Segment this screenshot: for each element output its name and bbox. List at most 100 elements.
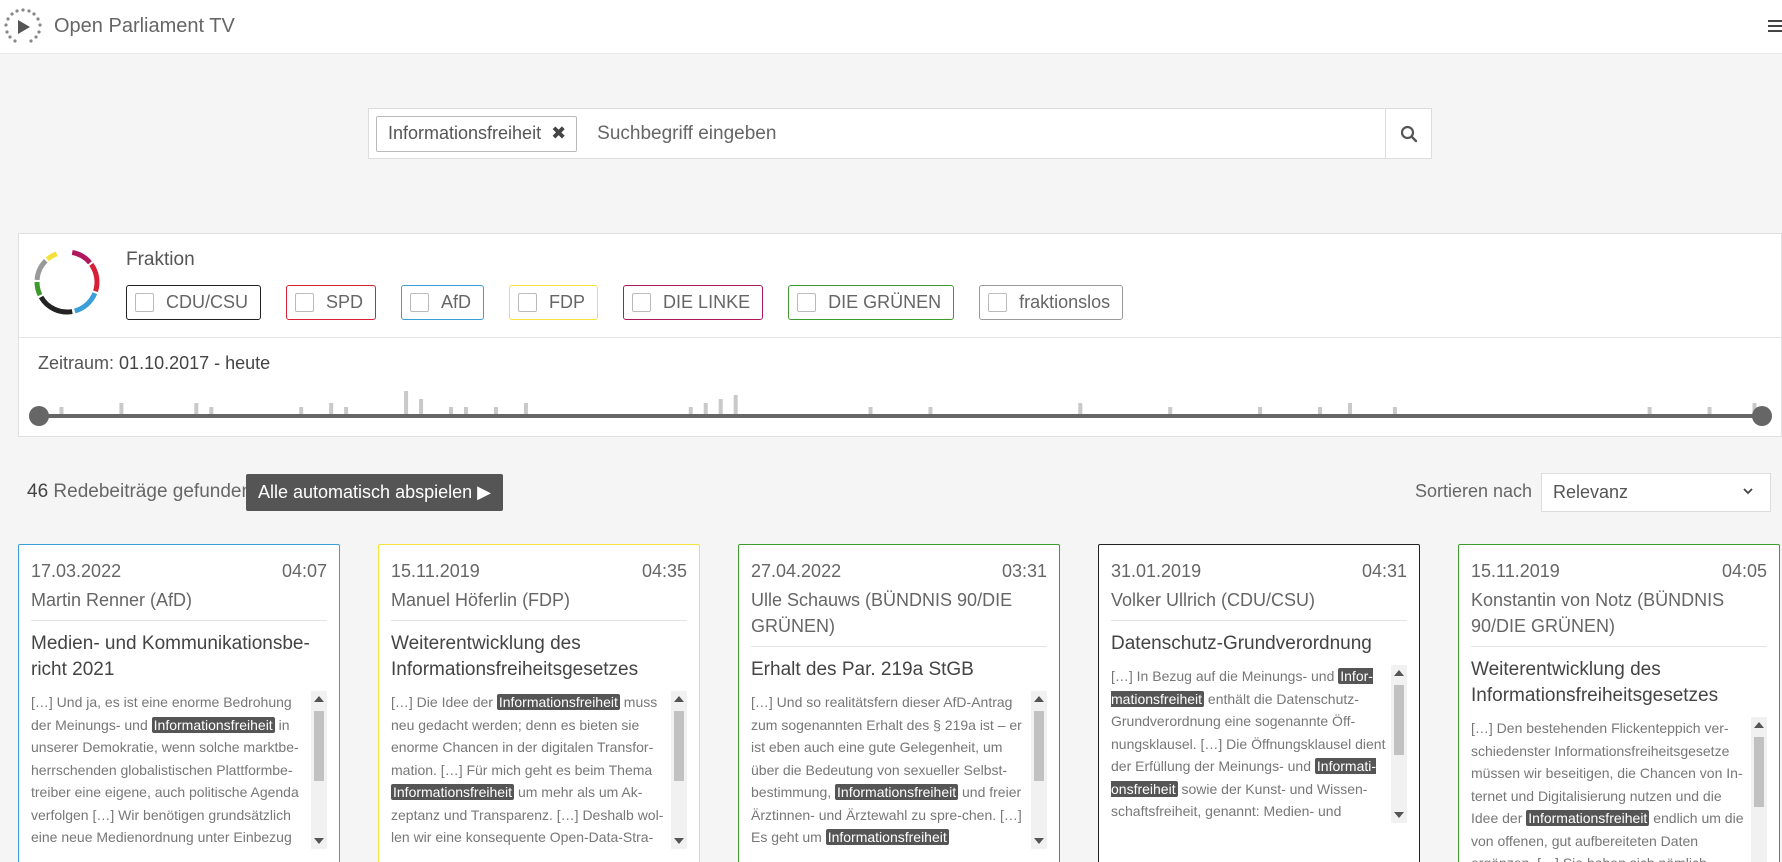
- card-title[interactable]: Medien- und Kommunikationsbe-richt 2021: [31, 631, 327, 683]
- sort-value: Relevanz: [1553, 482, 1629, 502]
- filter-panel: Fraktion CDU/CSU SPD AfD FDP DIE LINKE DIE GR…: [18, 233, 1782, 437]
- scroll-up-icon[interactable]: [1034, 696, 1044, 702]
- speech-card[interactable]: 15.11.2019 04:05 Konstantin von Notz (BÜND…: [1458, 544, 1780, 862]
- timeline-bar: [718, 399, 723, 415]
- sort-select[interactable]: Relevanz: [1541, 473, 1771, 512]
- snippet-text: […] Die Idee der: [391, 694, 497, 710]
- checkbox[interactable]: [295, 293, 315, 312]
- card-title[interactable]: Weiterentwicklung des Informationsfreihe…: [391, 631, 687, 683]
- scroll-up-icon[interactable]: [1754, 722, 1764, 728]
- speech-card[interactable]: 31.01.2019 04:31 Volker Ullrich (CDU/CSU) D…: [1098, 544, 1420, 862]
- party-filter-label: fraktionslos: [1019, 292, 1111, 312]
- search-highlight: Informationsfreiheit: [835, 784, 959, 800]
- party-filter-fdp[interactable]: FDP: [509, 285, 599, 320]
- scroll-up-icon[interactable]: [314, 696, 324, 702]
- card-date: 31.01.2019: [1111, 561, 1202, 581]
- card-title[interactable]: Erhalt des Par. 219a StGB: [751, 657, 1047, 683]
- card-title[interactable]: Weiterentwicklung des Informationsfreihe…: [1471, 657, 1767, 709]
- search-input[interactable]: [577, 109, 1385, 158]
- snippet-text: […] In Bezug auf die Meinungs- und: [1111, 668, 1339, 684]
- timeline-bar: [928, 407, 933, 415]
- checkbox[interactable]: [410, 293, 430, 312]
- timeline-bar: [1258, 407, 1263, 415]
- card-title[interactable]: Datenschutz-Grundverordnung: [1111, 631, 1407, 657]
- results-label: Redebeiträge gefunden: [53, 481, 253, 502]
- search-highlight: Informationsfreiheit: [151, 716, 275, 733]
- timeline-bar: [703, 403, 708, 415]
- timeline-bar: [1347, 403, 1352, 415]
- timeline-bar: [419, 399, 424, 415]
- checkbox[interactable]: [988, 293, 1008, 312]
- party-filter-label: FDP: [549, 292, 586, 312]
- logo-icon: [4, 7, 42, 43]
- snippet-scrollbar[interactable]: [1031, 691, 1047, 849]
- timeline-handle-start[interactable]: [29, 406, 49, 426]
- party-filter-die-grünen[interactable]: DIE GRÜNEN: [788, 285, 955, 320]
- scroll-down-icon[interactable]: [314, 838, 324, 844]
- search-highlight: Informationsfreiheit: [391, 784, 515, 800]
- scroll-up-icon[interactable]: [674, 696, 684, 702]
- sort-label: Sortieren nach: [1415, 481, 1533, 501]
- party-filter-afd[interactable]: AfD: [401, 285, 485, 320]
- party-filter-label: DIE LINKE: [663, 292, 751, 312]
- card-snippet-container: […] Die Idee der Informationsfreiheit mu…: [391, 691, 687, 849]
- speech-card[interactable]: 17.03.2022 04:07 Martin Renner (AfD) Medien…: [18, 544, 340, 862]
- snippet-scrollbar[interactable]: [671, 691, 687, 849]
- party-filter-die-linke[interactable]: DIE LINKE: [623, 285, 764, 320]
- donut-segment: [73, 292, 98, 314]
- checkbox[interactable]: [632, 293, 652, 312]
- card-date: 27.04.2022: [751, 561, 842, 581]
- timeline-bar: [449, 407, 454, 415]
- play-all-button[interactable]: Alle automatisch abspielen ▶: [246, 474, 503, 511]
- card-speaker: Konstantin von Notz (BÜNDNIS 90/DIE GRÜN…: [1471, 587, 1767, 647]
- timeline-bar: [523, 403, 528, 415]
- snippet-scrollbar[interactable]: [311, 691, 327, 849]
- scroll-thumb[interactable]: [674, 711, 684, 781]
- timeline-bar: [868, 407, 873, 415]
- card-date: 17.03.2022: [31, 561, 122, 581]
- checkbox[interactable]: [797, 293, 817, 312]
- snippet-scrollbar[interactable]: [1751, 717, 1767, 862]
- scroll-down-icon[interactable]: [674, 838, 684, 844]
- scroll-thumb[interactable]: [314, 711, 324, 781]
- timeline-bar: [404, 391, 409, 415]
- party-filter-cdu-csu[interactable]: CDU/CSU: [126, 285, 262, 320]
- timeline-bar: [299, 407, 304, 415]
- card-speaker: Ulle Schauws (BÜNDNIS 90/DIE GRÜNEN): [751, 587, 1047, 647]
- checkbox[interactable]: [518, 293, 538, 312]
- donut-segment: [45, 251, 58, 262]
- checkbox[interactable]: [135, 293, 154, 312]
- search-highlight: Informationsfreiheit: [496, 694, 620, 710]
- search-tag: Informationsfreiheit ✖: [376, 115, 578, 152]
- remove-tag-icon[interactable]: ✖: [551, 123, 566, 144]
- timeline-handle-end[interactable]: [1752, 406, 1772, 426]
- scroll-down-icon[interactable]: [1394, 812, 1404, 818]
- snippet-scrollbar[interactable]: [1391, 665, 1407, 823]
- donut-segment: [71, 249, 92, 265]
- results-number: 46: [27, 481, 49, 502]
- timeline-bar: [1318, 407, 1323, 415]
- card-snippet-container: […] Den bestehenden Flickenteppich ver-s…: [1471, 717, 1767, 862]
- search-button[interactable]: [1385, 109, 1431, 158]
- card-meta: 31.01.2019 04:31: [1111, 561, 1407, 582]
- hamburger-menu-icon[interactable]: [1768, 20, 1782, 34]
- party-filter-spd[interactable]: SPD: [286, 285, 377, 320]
- party-filter-fraktionslos[interactable]: fraktionslos: [979, 285, 1124, 320]
- card-duration: 04:31: [1361, 561, 1407, 581]
- scroll-thumb[interactable]: [1394, 685, 1404, 755]
- card-meta: 15.11.2019 04:35: [391, 561, 687, 582]
- scroll-thumb[interactable]: [1754, 737, 1764, 807]
- scroll-up-icon[interactable]: [1394, 670, 1404, 676]
- scroll-thumb[interactable]: [1034, 711, 1044, 781]
- home-link[interactable]: Open Parliament TV: [0, 4, 235, 50]
- party-filter-label: AfD: [441, 292, 472, 312]
- timeline-bar: [733, 395, 738, 415]
- speech-card[interactable]: 15.11.2019 04:35 Manuel Höferlin (FDP) Weit…: [378, 544, 700, 862]
- search-bar: Informationsfreiheit ✖: [368, 108, 1432, 159]
- scroll-down-icon[interactable]: [1034, 838, 1044, 844]
- timeline-slider[interactable]: [19, 374, 1782, 434]
- zeitraum-label: Zeitraum:: [38, 353, 115, 373]
- card-date: 15.11.2019: [391, 561, 480, 581]
- speech-card[interactable]: 27.04.2022 03:31 Ulle Schauws (BÜNDNIS 90/…: [738, 544, 1060, 862]
- party-donut-chart: [34, 249, 100, 315]
